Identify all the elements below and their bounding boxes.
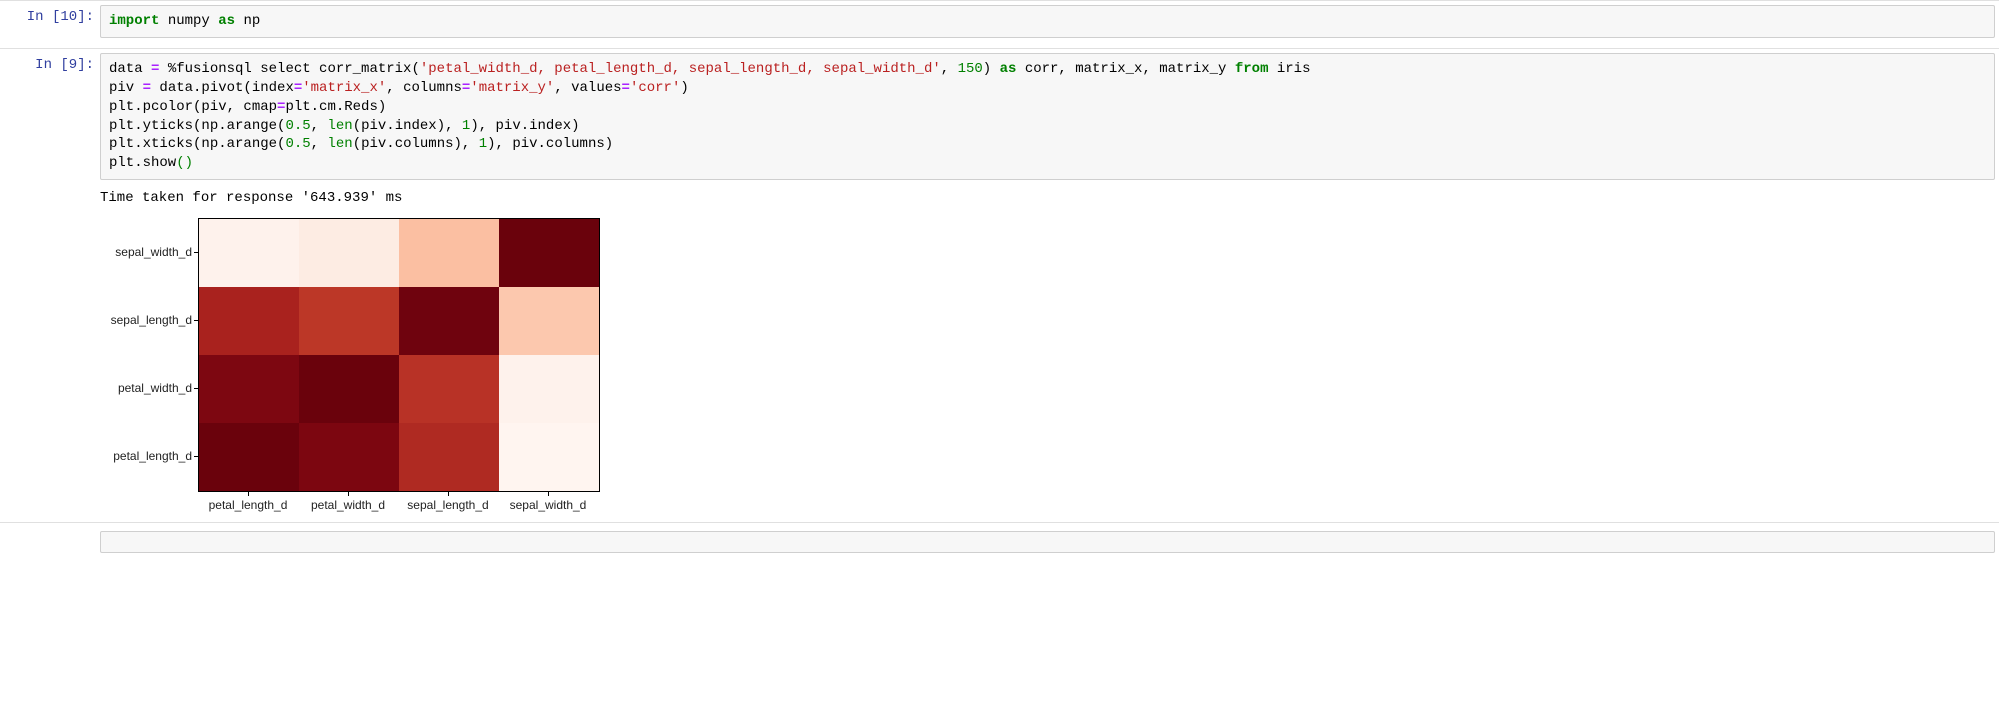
code-input[interactable]: import numpy as np xyxy=(100,5,1995,38)
heatmap-cell xyxy=(399,219,499,287)
heatmap-grid xyxy=(198,218,600,492)
heatmap-cell xyxy=(399,423,499,491)
y-tick-label: petal_length_d xyxy=(100,422,198,490)
correlation-heatmap: sepal_width_d sepal_length_d petal_width… xyxy=(100,218,620,512)
output-text: Time taken for response '643.939' ms xyxy=(0,180,1999,212)
input-prompt xyxy=(0,527,100,553)
y-tick-label: sepal_length_d xyxy=(100,286,198,354)
x-tick-label: sepal_width_d xyxy=(498,492,598,512)
code-cell-1: In [10]: import numpy as np xyxy=(0,0,1999,38)
heatmap-cell xyxy=(199,423,299,491)
code-input[interactable] xyxy=(100,531,1995,553)
heatmap-cell xyxy=(199,219,299,287)
input-prompt: In [10]: xyxy=(0,1,100,38)
y-tick-label: petal_width_d xyxy=(100,354,198,422)
heatmap-cell xyxy=(399,355,499,423)
x-axis-labels: petal_length_d petal_width_d sepal_lengt… xyxy=(198,492,620,512)
heatmap-cell xyxy=(499,355,599,423)
x-tick-label: sepal_length_d xyxy=(398,492,498,512)
y-axis-labels: sepal_width_d sepal_length_d petal_width… xyxy=(100,218,198,490)
heatmap-cell xyxy=(199,287,299,355)
input-prompt: In [9]: xyxy=(0,49,100,180)
heatmap-cell xyxy=(199,355,299,423)
x-tick-label: petal_length_d xyxy=(198,492,298,512)
heatmap-cell xyxy=(499,219,599,287)
code-input[interactable]: data = %fusionsql select corr_matrix('pe… xyxy=(100,53,1995,180)
heatmap-cell xyxy=(299,219,399,287)
heatmap-cell xyxy=(499,287,599,355)
heatmap-cell xyxy=(299,355,399,423)
output-plot: sepal_width_d sepal_length_d petal_width… xyxy=(0,212,1999,522)
heatmap-cell xyxy=(499,423,599,491)
code-cell-2: In [9]: data = %fusionsql select corr_ma… xyxy=(0,48,1999,180)
code-cell-empty xyxy=(0,522,1999,559)
y-tick-label: sepal_width_d xyxy=(100,218,198,286)
heatmap-cell xyxy=(299,423,399,491)
heatmap-cell xyxy=(299,287,399,355)
heatmap-cell xyxy=(399,287,499,355)
x-tick-label: petal_width_d xyxy=(298,492,398,512)
